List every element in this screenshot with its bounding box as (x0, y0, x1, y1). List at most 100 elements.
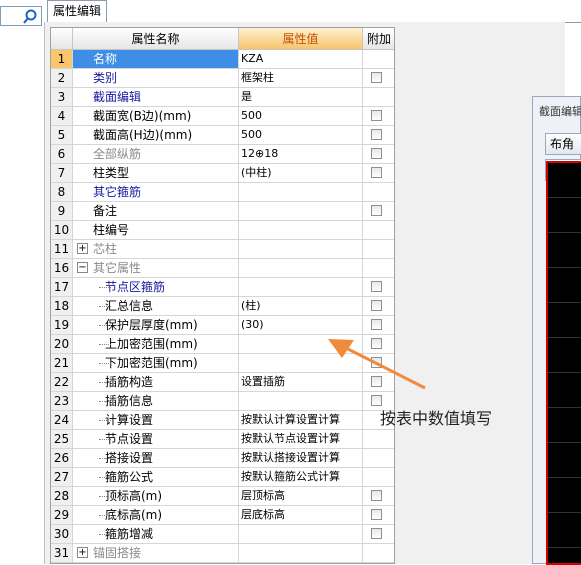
tab-property-edit[interactable]: 属性编辑 (47, 0, 108, 22)
table-row[interactable]: 3 截面编辑 是 (51, 88, 394, 107)
property-value[interactable]: 框架柱 (239, 69, 363, 88)
header-add[interactable]: 附加 (363, 28, 394, 50)
property-value[interactable]: KZA (239, 50, 363, 69)
table-row[interactable]: 25 节点设置 按默认节点设置计算 (51, 430, 394, 449)
property-value[interactable]: 按默认箍筋公式计算 (239, 468, 363, 487)
corner-bar-button[interactable]: 布角 (545, 133, 581, 155)
property-value[interactable]: 层底标高 (239, 506, 363, 525)
property-name[interactable]: 其它箍筋 (73, 183, 239, 202)
property-value[interactable] (239, 259, 363, 278)
expand-icon[interactable]: + (77, 547, 88, 558)
property-name[interactable]: 备注 (73, 202, 239, 221)
table-row[interactable]: 26 搭接设置 按默认搭接设置计算 (51, 449, 394, 468)
property-name[interactable]: 插筋构造 (73, 373, 239, 392)
property-value[interactable]: 500 (239, 107, 363, 126)
attach-checkbox[interactable] (371, 148, 382, 159)
attach-checkbox[interactable] (371, 72, 382, 83)
attach-checkbox[interactable] (371, 129, 382, 140)
property-name[interactable]: 柱类型 (73, 164, 239, 183)
property-name[interactable]: 顶标高(m) (73, 487, 239, 506)
property-name[interactable]: 保护层厚度(mm) (73, 316, 239, 335)
property-name[interactable]: 上加密范围(mm) (73, 335, 239, 354)
table-row[interactable]: 2 类别 框架柱 (51, 69, 394, 88)
property-name[interactable]: 插筋信息 (73, 392, 239, 411)
table-row[interactable]: 31 + 锚固搭接 (51, 544, 394, 563)
property-value[interactable]: 500 (239, 126, 363, 145)
property-name[interactable]: 箍筋增减 (73, 525, 239, 544)
expand-icon[interactable]: + (77, 243, 88, 254)
property-value[interactable]: 12⊕18 (239, 145, 363, 164)
property-value[interactable] (239, 202, 363, 221)
property-value[interactable]: (柱) (239, 297, 363, 316)
property-name[interactable]: 截面高(H边)(mm) (73, 126, 239, 145)
tree-line (99, 344, 111, 345)
attach-cell (363, 544, 394, 563)
property-value[interactable]: 按默认计算设置计算 (239, 411, 363, 430)
attach-checkbox[interactable] (371, 281, 382, 292)
property-name[interactable]: 节点设置 (73, 430, 239, 449)
property-name-label: 截面宽(B边)(mm) (93, 109, 192, 123)
property-value[interactable]: (中柱) (239, 164, 363, 183)
property-name[interactable]: 截面宽(B边)(mm) (73, 107, 239, 126)
attach-checkbox[interactable] (371, 490, 382, 501)
property-name[interactable]: 截面编辑 (73, 88, 239, 107)
property-name[interactable]: 计算设置 (73, 411, 239, 430)
property-name[interactable]: 全部纵筋 (73, 145, 239, 164)
attach-checkbox[interactable] (371, 528, 382, 539)
table-row[interactable]: 30 箍筋增减 (51, 525, 394, 544)
property-value[interactable]: 按默认节点设置计算 (239, 430, 363, 449)
property-value[interactable]: 层顶标高 (239, 487, 363, 506)
table-row[interactable]: 8 其它箍筋 (51, 183, 394, 202)
table-row[interactable]: 7 柱类型 (中柱) (51, 164, 394, 183)
table-row[interactable]: 10 柱编号 (51, 221, 394, 240)
property-name[interactable]: 搭接设置 (73, 449, 239, 468)
property-name[interactable]: 汇总信息 (73, 297, 239, 316)
property-name[interactable]: 名称 (73, 50, 239, 69)
table-row[interactable]: 16− 其它属性 (51, 259, 394, 278)
property-value[interactable]: 按默认搭接设置计算 (239, 449, 363, 468)
search-icon[interactable] (21, 8, 39, 26)
property-value[interactable] (239, 183, 363, 202)
property-name[interactable]: 类别 (73, 69, 239, 88)
table-row[interactable]: 29 底标高(m) 层底标高 (51, 506, 394, 525)
attach-checkbox[interactable] (371, 167, 382, 178)
row-number: 19 (51, 316, 73, 335)
property-value[interactable] (239, 240, 363, 259)
search-input[interactable] (0, 6, 42, 26)
attach-checkbox[interactable] (371, 110, 382, 121)
property-value[interactable] (239, 525, 363, 544)
property-name[interactable]: 节点区箍筋 (73, 278, 239, 297)
table-row[interactable]: 4 截面宽(B边)(mm) 500 (51, 107, 394, 126)
property-name[interactable]: + 锚固搭接 (73, 544, 239, 563)
property-value[interactable] (239, 278, 363, 297)
property-value[interactable] (239, 221, 363, 240)
property-name[interactable]: 箍筋公式 (73, 468, 239, 487)
header-value[interactable]: 属性值 (239, 28, 363, 50)
property-name[interactable]: + 芯柱 (73, 240, 239, 259)
attach-checkbox[interactable] (371, 509, 382, 520)
collapse-icon[interactable]: − (77, 262, 88, 273)
tree-line (99, 420, 111, 421)
tree-line (99, 363, 111, 364)
table-row[interactable]: 28 顶标高(m) 层顶标高 (51, 487, 394, 506)
property-name[interactable]: 底标高(m) (73, 506, 239, 525)
property-value[interactable]: 是 (239, 88, 363, 107)
table-row[interactable]: 18 汇总信息 (柱) (51, 297, 394, 316)
property-name[interactable]: 柱编号 (73, 221, 239, 240)
table-row[interactable]: 5 截面高(H边)(mm) 500 (51, 126, 394, 145)
attach-checkbox[interactable] (371, 319, 382, 330)
property-name[interactable]: − 其它属性 (73, 259, 239, 278)
section-canvas[interactable] (546, 161, 581, 565)
table-row[interactable]: 9 备注 (51, 202, 394, 221)
table-row[interactable]: 1 名称 KZA (51, 50, 394, 69)
table-row[interactable]: 24 计算设置 按默认计算设置计算 (51, 411, 394, 430)
property-name[interactable]: 下加密范围(mm) (73, 354, 239, 373)
attach-checkbox[interactable] (371, 300, 382, 311)
attach-checkbox[interactable] (371, 205, 382, 216)
table-row[interactable]: 6 全部纵筋 12⊕18 (51, 145, 394, 164)
table-row[interactable]: 27 箍筋公式 按默认箍筋公式计算 (51, 468, 394, 487)
property-value[interactable] (239, 544, 363, 563)
table-row[interactable]: 17 节点区箍筋 (51, 278, 394, 297)
table-row[interactable]: 11 + 芯柱 (51, 240, 394, 259)
header-name[interactable]: 属性名称 (73, 28, 239, 50)
